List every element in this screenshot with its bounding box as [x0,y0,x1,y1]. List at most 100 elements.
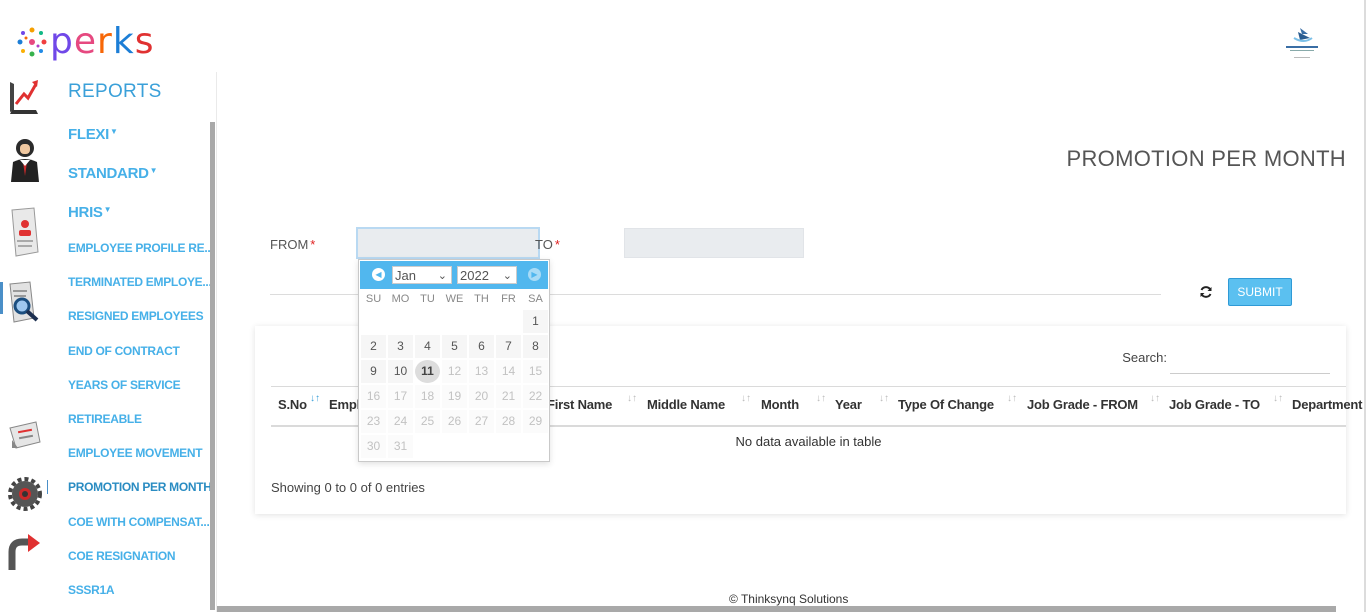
message-board-icon[interactable] [8,418,42,456]
sidebar-item-coe-with-compensation[interactable]: COE WITH COMPENSAT... [68,515,210,529]
year-select[interactable]: 2022 ⌄ [457,266,517,284]
company-logo [1282,24,1322,62]
logout-arrow-icon[interactable] [8,534,42,572]
column-header-department[interactable]: Department [1292,397,1362,412]
calendar-day[interactable]: 7 [496,335,521,358]
calendar-day: 21 [496,385,521,408]
sort-icon[interactable]: ↓↑ [1273,393,1283,404]
table-search-input[interactable] [1170,343,1330,374]
page-title: PROMOTION PER MONTH [1066,146,1346,171]
month-select[interactable]: Jan ⌄ [392,266,452,284]
weekday-label: TH [474,293,489,305]
sidebar-item-promotion-per-month[interactable]: PROMOTION PER MONTH [68,480,212,494]
calendar-day: 30 [361,435,386,458]
to-date-input[interactable] [624,228,804,258]
calendar-day: 31 [388,435,413,458]
column-header-year[interactable]: Year [835,397,862,412]
calendar-day[interactable]: 1 [523,310,548,333]
calendar-day: 16 [361,385,386,408]
sidebar-group-flexi[interactable]: FLEXI▼ [68,126,118,143]
sort-icon[interactable]: ↓↑ [1150,393,1160,404]
sidebar-group-hris[interactable]: HRIS▼ [68,204,112,221]
calendar-day: 23 [361,410,386,433]
sidebar-group-label: HRIS [68,204,103,221]
horizontal-scrollbar[interactable] [217,606,1336,612]
sort-icon[interactable]: ↓↑ [741,393,751,404]
caret-down-icon: ▼ [149,166,158,175]
sort-icon[interactable]: ↓↑ [816,393,826,404]
reports-chart-icon[interactable] [8,74,42,114]
to-label-text: TO [535,237,553,252]
sidebar-item-years-of-service[interactable]: YEARS OF SERVICE [68,378,181,392]
refresh-button[interactable] [1193,278,1219,306]
calendar-day: 13 [469,360,494,383]
calendar-day[interactable]: 2 [361,335,386,358]
from-label: FROM * [270,237,315,252]
calendar-day: 29 [523,410,548,433]
weekday-label: FR [501,293,516,305]
caret-down-icon: ▼ [110,127,118,136]
calendar-day[interactable]: 8 [523,335,548,358]
calendar-day: 27 [469,410,494,433]
sidebar-item-terminated-employees[interactable]: TERMINATED EMPLOYE... [68,275,212,289]
next-month-icon[interactable]: ▶ [528,268,541,281]
sort-icon[interactable]: ↓↑ [310,393,320,404]
sort-icon[interactable]: ↓↑ [879,393,889,404]
app-logo[interactable]: perks [14,22,154,62]
calendar-day: 22 [523,385,548,408]
weekday-label: MO [391,293,410,305]
calendar-day: 19 [442,385,467,408]
calendar-day: 14 [496,360,521,383]
sidebar-item-end-of-contract[interactable]: END OF CONTRACT [68,344,180,358]
calendar-day: 18 [415,385,440,408]
to-label: TO * [535,237,560,252]
required-mark: * [310,237,316,252]
column-header-job-grade-from[interactable]: Job Grade - FROM [1027,397,1138,412]
employee-profile-icon[interactable] [8,136,42,182]
from-date-input[interactable] [356,227,540,259]
settings-gear-icon[interactable] [8,474,42,512]
column-header-middle-name[interactable]: Middle Name [647,397,725,412]
sidebar-scrollbar[interactable] [210,122,215,610]
sort-icon[interactable]: ↓↑ [627,393,637,404]
footer-copyright: © Thinksynq Solutions [729,592,849,606]
sort-icon[interactable]: ↓↑ [1007,393,1017,404]
calendar-day: 24 [388,410,413,433]
column-header-sno[interactable]: S.No [278,397,307,412]
submit-button[interactable]: SUBMIT [1228,278,1292,306]
column-header-job-grade-to[interactable]: Job Grade - TO [1169,397,1260,412]
report-search-icon[interactable] [4,280,39,323]
calendar-day: 12 [442,360,467,383]
sidebar-item-employee-profile[interactable]: EMPLOYEE PROFILE RE... [68,241,214,255]
date-picker-header: ◀ Jan ⌄ 2022 ⌄ ▶ [360,261,548,289]
required-mark: * [554,237,560,252]
id-document-icon[interactable] [8,206,42,257]
refresh-icon [1200,286,1212,298]
calendar-day[interactable]: 4 [415,335,440,358]
calendar-day: 15 [523,360,548,383]
column-header-first-name[interactable]: First Name [547,397,612,412]
column-header-month[interactable]: Month [761,397,799,412]
calendar-day[interactable]: 9 [361,360,386,383]
calendar-day[interactable]: 3 [388,335,413,358]
calendar-day[interactable]: 6 [469,335,494,358]
date-picker-popup: ◀ Jan ⌄ 2022 ⌄ ▶ SU MO TU WE TH FR SA 1234567891… [358,259,550,462]
calendar-day[interactable]: 11 [415,360,440,383]
caret-down-icon: ▼ [103,205,112,214]
sidebar-item-retireable[interactable]: RETIREABLE [68,412,142,426]
module-icon-rail [0,72,48,612]
sidebar-item-resigned-employees[interactable]: RESIGNED EMPLOYEES [68,309,204,323]
calendar-day[interactable]: 5 [442,335,467,358]
sidebar-item-employee-movement[interactable]: EMPLOYEE MOVEMENT [68,446,203,460]
reports-sidebar: REPORTS FLEXI▼ STANDARD▼ HRIS▼ EMPLOYEE … [48,72,217,612]
top-bar: perks [0,0,1366,72]
prev-month-icon[interactable]: ◀ [372,268,385,281]
selected-month: Jan [395,267,416,283]
calendar-day: 17 [388,385,413,408]
sidebar-item-coe-resignation[interactable]: COE RESIGNATION [68,549,176,563]
weekday-label: TU [420,293,435,305]
sidebar-group-standard[interactable]: STANDARD▼ [68,165,158,182]
sidebar-item-sssr1a[interactable]: SSSR1A [68,583,115,597]
calendar-day[interactable]: 10 [388,360,413,383]
column-header-type-of-change[interactable]: Type Of Change [898,397,994,412]
